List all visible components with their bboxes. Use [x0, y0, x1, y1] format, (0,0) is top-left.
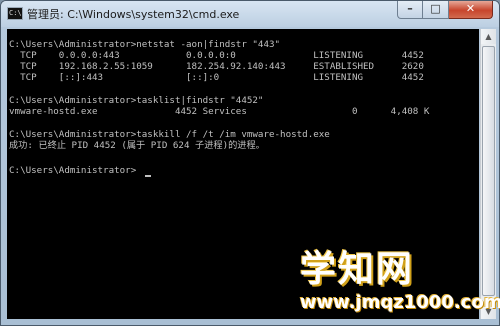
console-line: TCP [::]:443 [::]:0 LISTENING 4452 [9, 72, 424, 83]
console-line: vmware-hostd.exe 4452 Services 0 4,408 K [9, 106, 430, 117]
arrow-up-icon[interactable]: ▲ [481, 29, 496, 44]
console-prompt: C:\Users\Administrator> [9, 165, 137, 176]
maximize-icon: □ [430, 2, 441, 15]
close-icon: ✕ [465, 2, 476, 15]
minimize-button[interactable]: – [397, 1, 423, 19]
console-line: C:\Users\Administrator>taskkill /f /t /i… [9, 129, 330, 140]
site-watermark: 学知网 www.jmqz1000.com [270, 240, 500, 326]
console-line: 成功: 已终止 PID 4452 (属于 PID 624 子进程)的进程。 [9, 140, 265, 151]
title-bar[interactable]: C:\ 管理员: C:\Windows\system32\cmd.exe – □… [1, 1, 499, 27]
window-title: 管理员: C:\Windows\system32\cmd.exe [27, 8, 240, 21]
console-line: C:\Users\Administrator>tasklist|findstr … [9, 95, 264, 106]
maximize-button[interactable]: □ [423, 1, 449, 19]
console-line: TCP 192.168.2.55:1059 182.254.92.140:443… [9, 61, 424, 72]
cmd-icon[interactable]: C:\ [7, 7, 23, 20]
console-line: C:\Users\Administrator>netstat -aon|find… [9, 39, 281, 50]
minimize-icon: – [407, 2, 413, 15]
close-button[interactable]: ✕ [449, 1, 493, 19]
watermark-url: www.jmqz1000.com [300, 292, 500, 313]
console-line: TCP 0.0.0.0:443 0.0.0.0:0 LISTENING 4452 [9, 50, 424, 61]
watermark-title: 学知网 [300, 249, 415, 290]
caption-buttons: – □ ✕ [397, 1, 493, 19]
text-cursor [145, 175, 151, 177]
